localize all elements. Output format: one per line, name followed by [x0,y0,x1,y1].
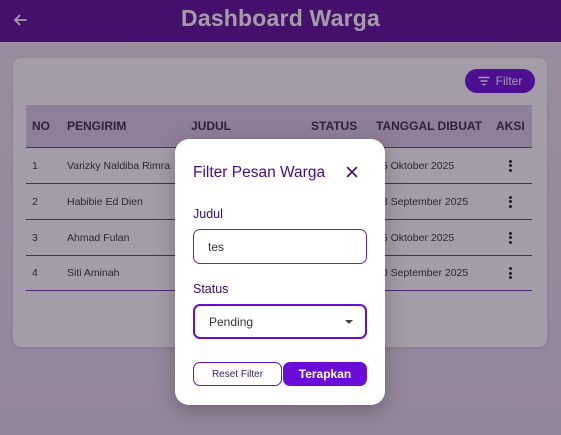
close-icon [346,166,358,178]
reset-filter-button[interactable]: Reset Filter [193,362,282,386]
judul-field[interactable]: tes [193,229,367,264]
status-label: Status [193,282,229,296]
status-value: Pending [209,314,254,329]
status-select[interactable]: Pending [193,304,367,339]
apply-button[interactable]: Terapkan [283,362,367,386]
filter-dialog: Filter Pesan Warga Judul tes Status Pend… [175,139,385,405]
caret-down-icon [345,320,353,324]
judul-label: Judul [193,207,223,221]
close-button[interactable] [343,163,361,181]
judul-value: tes [208,239,225,254]
dialog-title: Filter Pesan Warga [193,164,326,181]
